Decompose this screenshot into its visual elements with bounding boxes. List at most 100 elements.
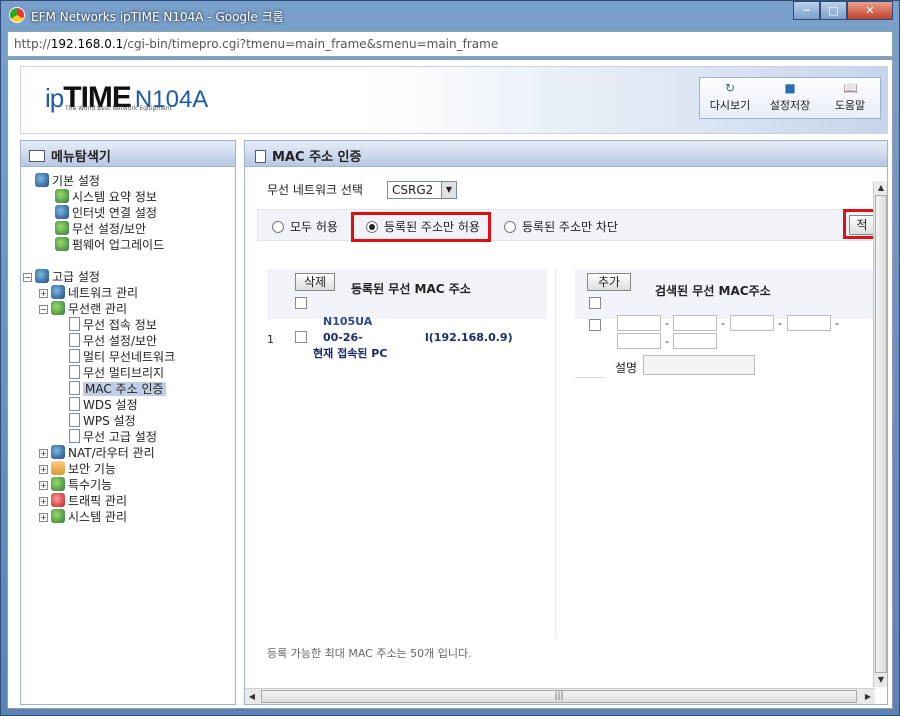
mac-octet-6-input[interactable]	[673, 333, 717, 349]
expand-icon[interactable]: +	[39, 289, 48, 298]
book-icon: 📖	[843, 81, 858, 95]
page-icon	[69, 365, 80, 379]
highlight-box	[351, 212, 491, 242]
select-all-searched-checkbox[interactable]	[589, 297, 601, 309]
scroll-left-icon[interactable]: ◀	[245, 689, 259, 704]
menu-explorer-header: 메뉴탐색기	[21, 141, 235, 167]
tree-wireless-config[interactable]: 무선 설정/보안	[69, 333, 157, 349]
tree-system[interactable]: + 시스템 관리	[39, 509, 127, 525]
tree-network-management[interactable]: + 네트워크 관리	[39, 285, 138, 301]
tree-multi-bridge[interactable]: 무선 멀티브리지	[69, 365, 164, 381]
page-icon	[69, 397, 80, 411]
tree-system-summary[interactable]: 시스템 요약 정보	[55, 189, 157, 205]
tree-internet-setup[interactable]: 인터넷 연결 설정	[55, 205, 157, 221]
maximize-button[interactable]: □	[820, 1, 847, 20]
page-viewport: ipTIME N104A The World Best Network Equip…	[7, 59, 893, 709]
mac-octet-1-input[interactable]	[617, 315, 661, 331]
mac-policy-radios: 모두 허용 등록된 주소만 허용 등록된 주소만 차단	[257, 209, 875, 241]
menu-explorer: 메뉴탐색기 기본 설정 시스템 요약 정보 인터넷 연결 설정 무선 설정/보안…	[20, 140, 236, 705]
globe-icon	[35, 269, 49, 283]
scroll-right-icon[interactable]: ▶	[861, 689, 875, 704]
network-select[interactable]: CSRG2 ▼	[387, 181, 457, 199]
select-all-registered-checkbox[interactable]	[295, 297, 307, 309]
mac-octet-5-input[interactable]	[617, 333, 661, 349]
collapse-icon[interactable]: −	[39, 305, 48, 314]
vertical-scrollbar[interactable]: ▲ ▼	[873, 181, 887, 687]
tree-basic-settings[interactable]: 기본 설정	[35, 173, 100, 189]
column-divider	[555, 269, 556, 637]
close-button[interactable]: ✕	[847, 1, 893, 20]
tree-wireless-security[interactable]: 무선 설정/보안	[55, 221, 146, 237]
tree-mac-auth[interactable]: MAC 주소 인증	[69, 381, 166, 397]
expand-icon[interactable]: +	[39, 449, 48, 458]
special-icon	[51, 477, 65, 491]
registered-mac-section: 삭제 등록된 무선 MAC 주소 1 N105UA 00-26- l(192.1…	[267, 269, 547, 637]
address-text: http://192.168.0.1/cgi-bin/timepro.cgi?t…	[14, 37, 499, 51]
expand-icon[interactable]: +	[39, 513, 48, 522]
wireless-lan-icon	[51, 301, 65, 315]
header-toolbar: ↻ 다시보기 ■ 설정저장 📖 도움말	[699, 77, 881, 119]
page-icon	[69, 381, 80, 395]
browser-window: EFM Networks ipTIME N104A - Google 크롬 ─ …	[0, 0, 900, 716]
wireless-icon	[55, 221, 69, 235]
tree-advanced-settings[interactable]: − 고급 설정	[23, 269, 100, 285]
scroll-thumb[interactable]: |||	[261, 690, 857, 703]
radio-block-registered[interactable]: 등록된 주소만 차단	[504, 218, 618, 235]
max-mac-note: 등록 가능한 최대 MAC 주소는 50개 입니다.	[267, 647, 472, 660]
description-label: 설명	[615, 361, 638, 375]
add-button[interactable]: 추가	[587, 273, 631, 291]
entry-current-pc: 현재 접속된 PC	[313, 347, 388, 360]
tree-wireless-info[interactable]: 무선 접속 정보	[69, 317, 157, 333]
entry-checkbox[interactable]	[295, 331, 307, 343]
radio-allow-all[interactable]: 모두 허용	[272, 218, 338, 235]
tree-traffic[interactable]: + 트래픽 관리	[39, 493, 127, 509]
network-icon	[51, 285, 65, 299]
expand-icon[interactable]: +	[39, 465, 48, 474]
tree-wps[interactable]: WPS 설정	[69, 413, 136, 429]
searched-mac-section: 추가 검색된 무선 MAC주소 - - - - - 설명	[575, 269, 875, 637]
new-mac-checkbox[interactable]	[589, 319, 601, 331]
help-button[interactable]: 📖 도움말	[820, 78, 880, 118]
tree-special[interactable]: + 특수기능	[39, 477, 112, 493]
mac-octet-2-input[interactable]	[673, 315, 717, 331]
globe-icon	[35, 173, 49, 187]
chrome-logo-icon	[9, 7, 25, 23]
tree-multi-ssid[interactable]: 멀티 무선네트워크	[69, 349, 175, 365]
scroll-thumb[interactable]	[875, 195, 887, 673]
tree-security[interactable]: + 보안 기능	[39, 461, 116, 477]
collapse-icon[interactable]: −	[23, 273, 32, 282]
description-input[interactable]	[643, 355, 755, 375]
router-header: ipTIME N104A The World Best Network Equip…	[20, 66, 888, 134]
entry-index: 1	[267, 333, 274, 346]
searched-mac-title: 검색된 무선 MAC주소	[655, 284, 771, 298]
expand-icon[interactable]: +	[39, 497, 48, 506]
security-icon	[51, 461, 65, 475]
tree-firmware-upgrade[interactable]: 펌웨어 업그레이드	[55, 237, 164, 253]
scroll-down-icon[interactable]: ▼	[874, 673, 887, 687]
mac-octet-3-input[interactable]	[730, 315, 774, 331]
save-icon: ■	[784, 81, 796, 95]
address-bar[interactable]: http://192.168.0.1/cgi-bin/timepro.cgi?t…	[7, 31, 893, 57]
scroll-up-icon[interactable]: ▲	[874, 181, 887, 195]
tree-wds[interactable]: WDS 설정	[69, 397, 138, 413]
horizontal-scrollbar[interactable]: ◀ ||| ▶	[245, 688, 875, 704]
save-settings-button[interactable]: ■ 설정저장	[760, 78, 820, 118]
page-icon	[69, 413, 80, 427]
system-icon	[51, 509, 65, 523]
mac-octet-4-input[interactable]	[787, 315, 831, 331]
radio-dot	[504, 221, 516, 233]
tree-nat-router[interactable]: + NAT/라우터 관리	[39, 445, 155, 461]
network-select-label: 무선 네트워크 선택	[267, 183, 363, 197]
page-icon	[69, 333, 80, 347]
tree-wireless-advanced[interactable]: 무선 고급 설정	[69, 429, 157, 445]
page-icon	[255, 150, 266, 163]
refresh-button[interactable]: ↻ 다시보기	[700, 78, 760, 118]
title-bar: EFM Networks ipTIME N104A - Google 크롬 ─ …	[1, 1, 899, 29]
chevron-down-icon: ▼	[441, 182, 456, 198]
delete-button[interactable]: 삭제	[295, 273, 335, 291]
minimize-button[interactable]: ─	[793, 1, 820, 20]
expand-icon[interactable]: +	[39, 481, 48, 490]
traffic-icon	[51, 493, 65, 507]
window-title: EFM Networks ipTIME N104A - Google 크롬	[31, 10, 284, 24]
tree-wireless-management[interactable]: − 무선랜 관리	[39, 301, 127, 317]
